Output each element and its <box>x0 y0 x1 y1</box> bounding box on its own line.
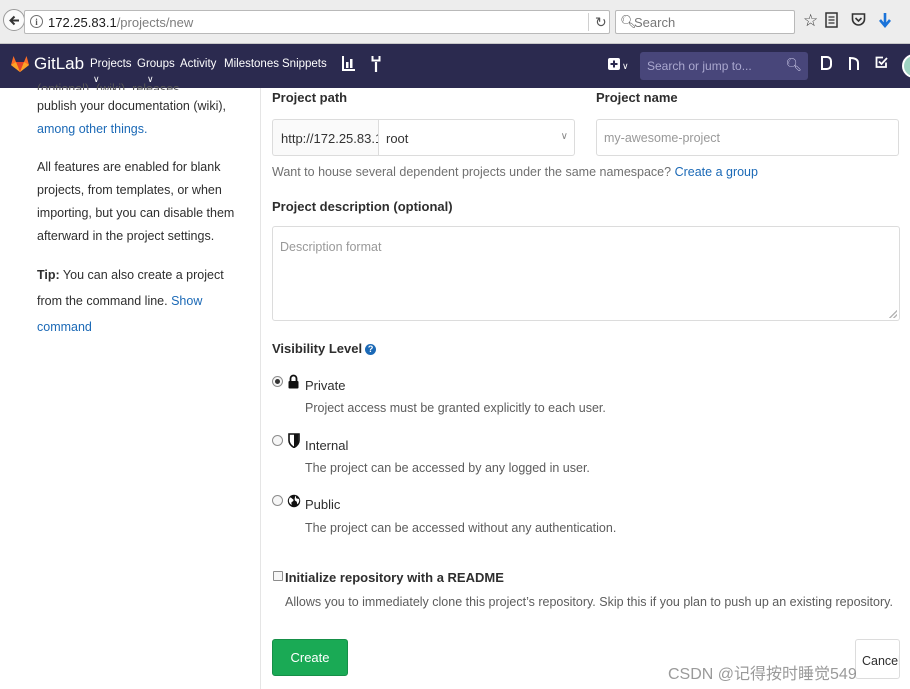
reload-icon[interactable]: ↻ <box>595 14 607 31</box>
browser-toolbar: i 172.25.83.1/projects/new ↻ 🔍︎ Search ☆ <box>0 0 910 44</box>
gitlab-search-placeholder: Search or jump to... <box>647 59 752 73</box>
url-prefix: http://172.25.83.1/ <box>272 119 386 156</box>
tip-label: Tip: <box>37 268 60 282</box>
browser-search-placeholder: Search <box>634 15 676 30</box>
plus-icon[interactable] <box>608 55 620 75</box>
sidebar-features-link[interactable]: among other things. <box>37 122 148 136</box>
namespace-select[interactable]: root ∨ <box>378 119 575 156</box>
lock-icon <box>288 374 299 394</box>
reader-icon[interactable] <box>825 12 838 32</box>
visibility-public-title: Public <box>305 497 341 512</box>
nav-activity[interactable]: Activity <box>180 58 216 70</box>
readme-label[interactable]: Initialize repository with a README <box>285 570 504 585</box>
todo-check-icon[interactable] <box>875 55 888 75</box>
visibility-public-desc: The project can be accessed without any … <box>305 521 617 535</box>
nav-groups[interactable]: Groups <box>137 58 175 70</box>
issues-icon[interactable] <box>820 55 832 77</box>
chevron-down-icon: ∨ <box>560 131 568 142</box>
nav-snippets[interactable]: Snippets <box>282 58 327 70</box>
namespace-help: Want to house several dependent projects… <box>272 165 758 179</box>
url-host: 172.25.83.1 <box>48 15 117 30</box>
wrench-icon[interactable] <box>370 55 382 79</box>
project-name-label: Project name <box>596 90 678 105</box>
address-bar[interactable]: i 172.25.83.1/projects/new ↻ <box>24 10 610 34</box>
readme-checkbox[interactable] <box>273 571 283 581</box>
admin-chart-icon[interactable] <box>342 55 356 77</box>
visibility-private-desc: Project access must be granted explicitl… <box>305 401 606 415</box>
description-placeholder: Description format <box>280 240 382 254</box>
csdn-watermark: CSDN @记得按时睡觉549 <box>668 666 857 683</box>
avatar[interactable] <box>902 54 910 78</box>
resize-grip-icon[interactable] <box>889 310 897 318</box>
shield-icon <box>288 433 300 453</box>
gitlab-logo-icon[interactable] <box>10 53 30 78</box>
visibility-internal-radio[interactable] <box>272 435 283 446</box>
url-path: /projects/new <box>116 15 194 30</box>
back-button[interactable] <box>3 9 25 31</box>
pocket-icon[interactable] <box>851 12 866 31</box>
visibility-internal-title: Internal <box>305 438 349 453</box>
project-path-label: Project path <box>272 90 348 105</box>
search-icon: 🔍︎ <box>785 57 802 72</box>
visibility-public-radio[interactable] <box>272 495 283 506</box>
namespace-value: root <box>386 131 409 146</box>
gitlab-search-input[interactable]: Search or jump to... 🔍︎ <box>640 52 808 80</box>
project-name-placeholder: my-awesome-project <box>604 131 721 145</box>
back-arrow-icon <box>8 15 19 25</box>
visibility-label-text: Visibility Level <box>272 341 363 356</box>
bookmark-star-icon[interactable]: ☆ <box>803 12 818 30</box>
browser-search-input[interactable]: 🔍︎ Search <box>615 10 795 34</box>
visibility-label: Visibility Level? <box>272 341 377 356</box>
nav-milestones[interactable]: Milestones <box>224 58 279 70</box>
description-textarea[interactable]: Description format <box>272 226 900 321</box>
visibility-private-radio[interactable] <box>272 376 283 387</box>
visibility-internal-desc: The project can be accessed by any logge… <box>305 461 590 475</box>
url-separator <box>588 13 589 31</box>
url-text: 172.25.83.1/projects/new <box>48 15 193 30</box>
sidebar-features-desc: publish your documentation (wiki), <box>37 99 226 113</box>
nav-projects[interactable]: Projects <box>90 58 132 70</box>
cancel-button[interactable]: Cancel <box>855 639 900 679</box>
globe-icon <box>287 494 301 513</box>
sidebar-partial-line: (optional), (wiki), releases (from), <box>37 82 180 90</box>
create-project-button[interactable]: Create project <box>272 639 348 689</box>
project-name-input[interactable]: my-awesome-project <box>596 119 899 156</box>
sidebar-features-text: publish your documentation (wiki), among… <box>37 95 252 141</box>
download-icon[interactable] <box>878 12 892 33</box>
sidebar-blank-projects-text: All features are enabled for blank proje… <box>37 160 235 243</box>
namespace-help-text: Want to house several dependent projects… <box>272 165 675 179</box>
merge-request-icon[interactable] <box>848 55 860 78</box>
description-label: Project description (optional) <box>272 199 453 214</box>
create-group-link[interactable]: Create a group <box>675 165 758 179</box>
readme-help: Allows you to immediately clone this pro… <box>285 595 893 609</box>
chevron-down-icon[interactable]: ∨ <box>622 61 629 72</box>
sidebar-divider <box>260 88 261 689</box>
sidebar-tip: Tip: You can also create a project from … <box>37 262 252 340</box>
gitlab-brand[interactable]: GitLab <box>34 54 84 74</box>
question-circle-icon[interactable]: ? <box>365 344 377 355</box>
info-icon[interactable]: i <box>30 15 43 28</box>
visibility-private-title: Private <box>305 378 346 393</box>
